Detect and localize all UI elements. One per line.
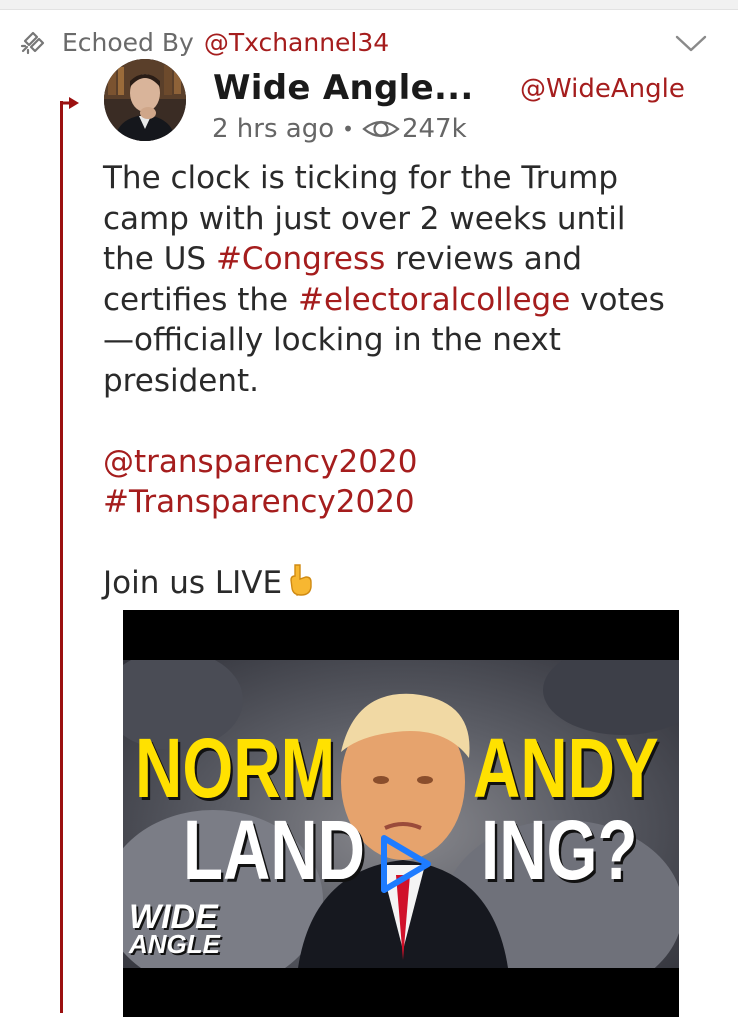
- post-meta: 2 hrs ago • 247k: [212, 114, 467, 144]
- echo-icon: [20, 31, 45, 55]
- echo-label: Echoed By: [62, 27, 194, 57]
- hashtag-electoralcollege-link[interactable]: #electoralcollege: [298, 282, 570, 318]
- post-text-fragment: votes: [570, 281, 665, 318]
- hashtag-congress-link[interactable]: #Congress: [216, 241, 385, 277]
- post-text-line: The clock is ticking for the Trump: [103, 160, 619, 196]
- video-thumbnail: NORM ANDY LAND ING? WIDE ANGLE: [123, 660, 679, 968]
- post-text-line: certifies the #electoralcollege votes: [103, 280, 723, 321]
- meta-separator: •: [342, 117, 354, 141]
- post-text-line: —officially locking in the next: [103, 322, 561, 358]
- channel-logo: WIDE ANGLE: [129, 900, 220, 959]
- post-body: The clock is ticking for the Trump camp …: [103, 158, 723, 604]
- post-text-fragment: the US: [103, 241, 216, 277]
- thumbnail-text: ANDY: [473, 721, 659, 815]
- hashtag-transparency-link[interactable]: #Transparency2020: [103, 482, 723, 523]
- view-count: 247k: [401, 114, 467, 144]
- top-divider: [0, 0, 738, 10]
- post-text-fragment: reviews and: [385, 241, 583, 277]
- post-text-line: Join us LIVE: [103, 563, 723, 604]
- author-name[interactable]: Wide Angle...: [213, 68, 474, 108]
- post-text-fragment: certifies the: [103, 281, 298, 318]
- post-text-line: camp with just over 2 weeks until: [103, 200, 626, 237]
- cta-text: Join us LIVE: [103, 565, 283, 601]
- post-time: 2 hrs ago: [212, 114, 335, 144]
- mention-link[interactable]: @transparency2020: [103, 442, 723, 483]
- thumbnail-text: ING?: [481, 803, 638, 897]
- pointing-down-emoji-icon: [290, 564, 312, 596]
- chevron-down-icon[interactable]: [674, 34, 708, 54]
- channel-logo-line: ANGLE: [129, 928, 220, 959]
- eye-icon: [362, 120, 400, 138]
- thread-line: [60, 101, 63, 1013]
- thumbnail-text: NORM: [135, 721, 336, 815]
- echo-header: Echoed By @Txchannel34: [18, 22, 718, 62]
- thumbnail-text: LAND: [183, 803, 365, 897]
- post-text-line: the US #Congress reviews and: [103, 239, 723, 280]
- thread-arrow-icon: [60, 97, 79, 109]
- author-avatar[interactable]: [104, 59, 186, 141]
- echo-user-link[interactable]: @Txchannel34: [204, 28, 389, 57]
- video-player[interactable]: NORM ANDY LAND ING? WIDE ANGLE: [123, 610, 679, 1017]
- post-text-line: president.: [103, 362, 259, 399]
- play-icon[interactable]: [378, 833, 434, 895]
- author-handle[interactable]: @WideAngle: [520, 74, 685, 104]
